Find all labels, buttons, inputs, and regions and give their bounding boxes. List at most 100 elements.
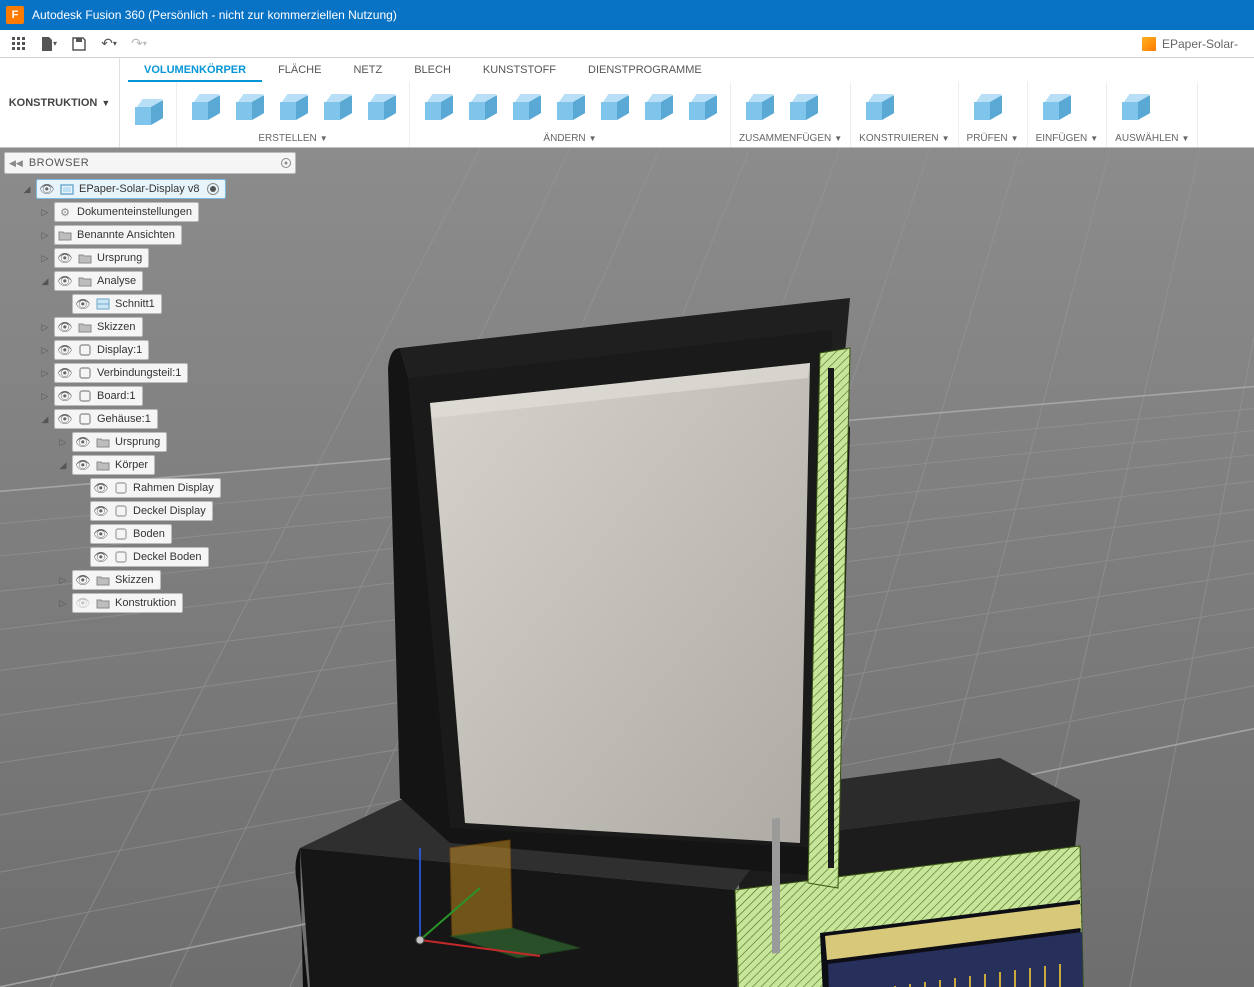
tree-node[interactable]: 👁Rahmen Display [4, 477, 296, 499]
visibility-eye-icon[interactable]: 👁 [39, 182, 55, 196]
ribbon-command-button[interactable] [859, 88, 899, 128]
tree-node[interactable]: ◢👁Analyse [4, 270, 296, 292]
tree-node[interactable]: ▷👁Skizzen [4, 316, 296, 338]
tree-twisty-icon[interactable]: ◢ [38, 274, 52, 288]
tree-node[interactable]: ▷👁Skizzen [4, 569, 296, 591]
document-tab[interactable]: EPaper-Solar- [1142, 37, 1248, 51]
tree-twisty-icon[interactable]: ▷ [56, 596, 70, 610]
browser-options-icon[interactable]: ● [281, 158, 291, 168]
tree-node[interactable]: 👁 Schnitt1 [4, 293, 296, 315]
ribbon-command-button[interactable] [128, 93, 168, 133]
ribbon-command-button[interactable] [506, 88, 546, 128]
ribbon-command-button[interactable] [550, 88, 590, 128]
tree-twisty-icon[interactable]: ▷ [38, 343, 52, 357]
visibility-eye-icon[interactable]: 👁 [75, 596, 91, 610]
ribbon-command-button[interactable] [594, 88, 634, 128]
visibility-eye-icon[interactable]: 👁 [93, 481, 109, 495]
tree-node[interactable]: ▷👁Ursprung [4, 247, 296, 269]
visibility-eye-icon[interactable]: 👁 [93, 550, 109, 564]
ribbon-command-button[interactable] [273, 88, 313, 128]
tree-twisty-icon[interactable]: ▷ [38, 320, 52, 334]
visibility-eye-icon[interactable]: 👁 [57, 343, 73, 357]
tree-node[interactable]: 👁Deckel Display [4, 500, 296, 522]
ribbon-command-button[interactable] [229, 88, 269, 128]
save-button[interactable] [66, 34, 92, 54]
tree-twisty-icon[interactable]: ◢ [20, 182, 34, 196]
tree-node[interactable]: ◢👁Körper [4, 454, 296, 476]
ribbon-command-button[interactable] [967, 88, 1007, 128]
visibility-eye-icon[interactable]: 👁 [57, 389, 73, 403]
tree-node[interactable]: ▷⚙Dokumenteinstellungen [4, 201, 296, 223]
file-menu-button[interactable]: ▾ [36, 34, 62, 54]
browser-collapse-icon[interactable]: ◀◀ [9, 158, 23, 169]
tree-twisty-icon[interactable]: ◢ [38, 412, 52, 426]
ribbon-group: KONSTRUIEREN ▼ [851, 82, 958, 147]
tree-node[interactable]: ◢👁EPaper-Solar-Display v8 [4, 178, 296, 200]
ribbon-tab[interactable]: VOLUMENKÖRPER [128, 60, 262, 82]
active-component-radio[interactable] [207, 183, 219, 195]
ribbon-tab[interactable]: FLÄCHE [262, 60, 337, 82]
ribbon-command-button[interactable] [361, 88, 401, 128]
ribbon-tab[interactable]: DIENSTPROGRAMME [572, 60, 718, 82]
visibility-eye-icon[interactable]: 👁 [57, 320, 73, 334]
visibility-eye-icon[interactable]: 👁 [93, 527, 109, 541]
tree-node[interactable]: ▷👁Verbindungsteil:1 [4, 362, 296, 384]
tree-node-label: Ursprung [115, 436, 160, 448]
ribbon-group-label[interactable]: EINFÜGEN ▼ [1036, 131, 1099, 146]
ribbon-tab[interactable]: KUNSTSTOFF [467, 60, 572, 82]
tree-node[interactable]: ▷👁Konstruktion [4, 592, 296, 614]
tree-node[interactable]: ▷ Benannte Ansichten [4, 224, 296, 246]
ribbon-group-label[interactable]: PRÜFEN ▼ [967, 131, 1019, 146]
undo-button[interactable]: ↶▾ [96, 34, 122, 54]
visibility-eye-icon[interactable]: 👁 [75, 458, 91, 472]
ribbon-group-label[interactable]: AUSWÄHLEN ▼ [1115, 131, 1189, 146]
ribbon-command-button[interactable] [1036, 88, 1076, 128]
visibility-eye-icon[interactable]: 👁 [57, 274, 73, 288]
tree-node-label: Schnitt1 [115, 298, 155, 310]
title-bar: F Autodesk Fusion 360 (Persönlich - nich… [0, 0, 1254, 30]
tree-twisty-icon[interactable]: ▷ [38, 389, 52, 403]
tree-twisty-icon[interactable]: ▷ [38, 251, 52, 265]
ribbon-group-label[interactable]: ÄNDERN ▼ [418, 131, 722, 146]
tree-node-label: Benannte Ansichten [77, 229, 175, 241]
ribbon-command-button[interactable] [185, 88, 225, 128]
app-grid-icon[interactable] [6, 34, 32, 54]
tree-node[interactable]: 👁Boden [4, 523, 296, 545]
tree-node[interactable]: 👁Deckel Boden [4, 546, 296, 568]
tree-twisty-icon[interactable]: ▷ [38, 366, 52, 380]
tree-twisty-icon[interactable]: ▷ [38, 205, 52, 219]
ribbon-command-button[interactable] [638, 88, 678, 128]
redo-button[interactable]: ↷▾ [126, 34, 152, 54]
tree-twisty-icon[interactable]: ◢ [56, 458, 70, 472]
visibility-eye-icon[interactable]: 👁 [75, 435, 91, 449]
tree-twisty-icon[interactable]: ▷ [56, 435, 70, 449]
ribbon-command-button[interactable] [783, 88, 823, 128]
ribbon-group-label[interactable]: ZUSAMMENFÜGEN ▼ [739, 131, 842, 146]
ribbon-command-button[interactable] [462, 88, 502, 128]
ribbon-group: AUSWÄHLEN ▼ [1107, 82, 1198, 147]
tree-node[interactable]: ▷ 👁 Ursprung [4, 431, 296, 453]
tree-twisty-icon[interactable]: ▷ [56, 573, 70, 587]
tree-node[interactable]: ▷👁Board:1 [4, 385, 296, 407]
visibility-eye-icon[interactable]: 👁 [57, 251, 73, 265]
visibility-eye-icon[interactable]: 👁 [57, 412, 73, 426]
ribbon-command-button[interactable] [317, 88, 357, 128]
workspace-switcher[interactable]: KONSTRUKTION▼ [0, 58, 120, 147]
visibility-eye-icon[interactable]: 👁 [75, 297, 91, 311]
visibility-eye-icon[interactable]: 👁 [93, 504, 109, 518]
visibility-eye-icon[interactable]: 👁 [75, 573, 91, 587]
ribbon-command-button[interactable] [1115, 88, 1155, 128]
ribbon-command-button[interactable] [682, 88, 722, 128]
ribbon-tab[interactable]: BLECH [398, 60, 467, 82]
ribbon-tab[interactable]: NETZ [337, 60, 398, 82]
viewport-3d[interactable]: ◀◀ BROWSER ● ◢👁EPaper-Solar-Display v8▷⚙… [0, 148, 1254, 987]
visibility-eye-icon[interactable]: 👁 [57, 366, 73, 380]
ribbon-command-button[interactable] [418, 88, 458, 128]
tree-node[interactable]: ◢👁Gehäuse:1 [4, 408, 296, 430]
tree-twisty-icon[interactable]: ▷ [38, 228, 52, 242]
tree-node[interactable]: ▷👁Display:1 [4, 339, 296, 361]
browser-header[interactable]: ◀◀ BROWSER ● [4, 152, 296, 174]
ribbon-command-button[interactable] [739, 88, 779, 128]
ribbon-group-label[interactable]: KONSTRUIEREN ▼ [859, 131, 949, 146]
ribbon-group-label[interactable]: ERSTELLEN ▼ [185, 131, 401, 146]
